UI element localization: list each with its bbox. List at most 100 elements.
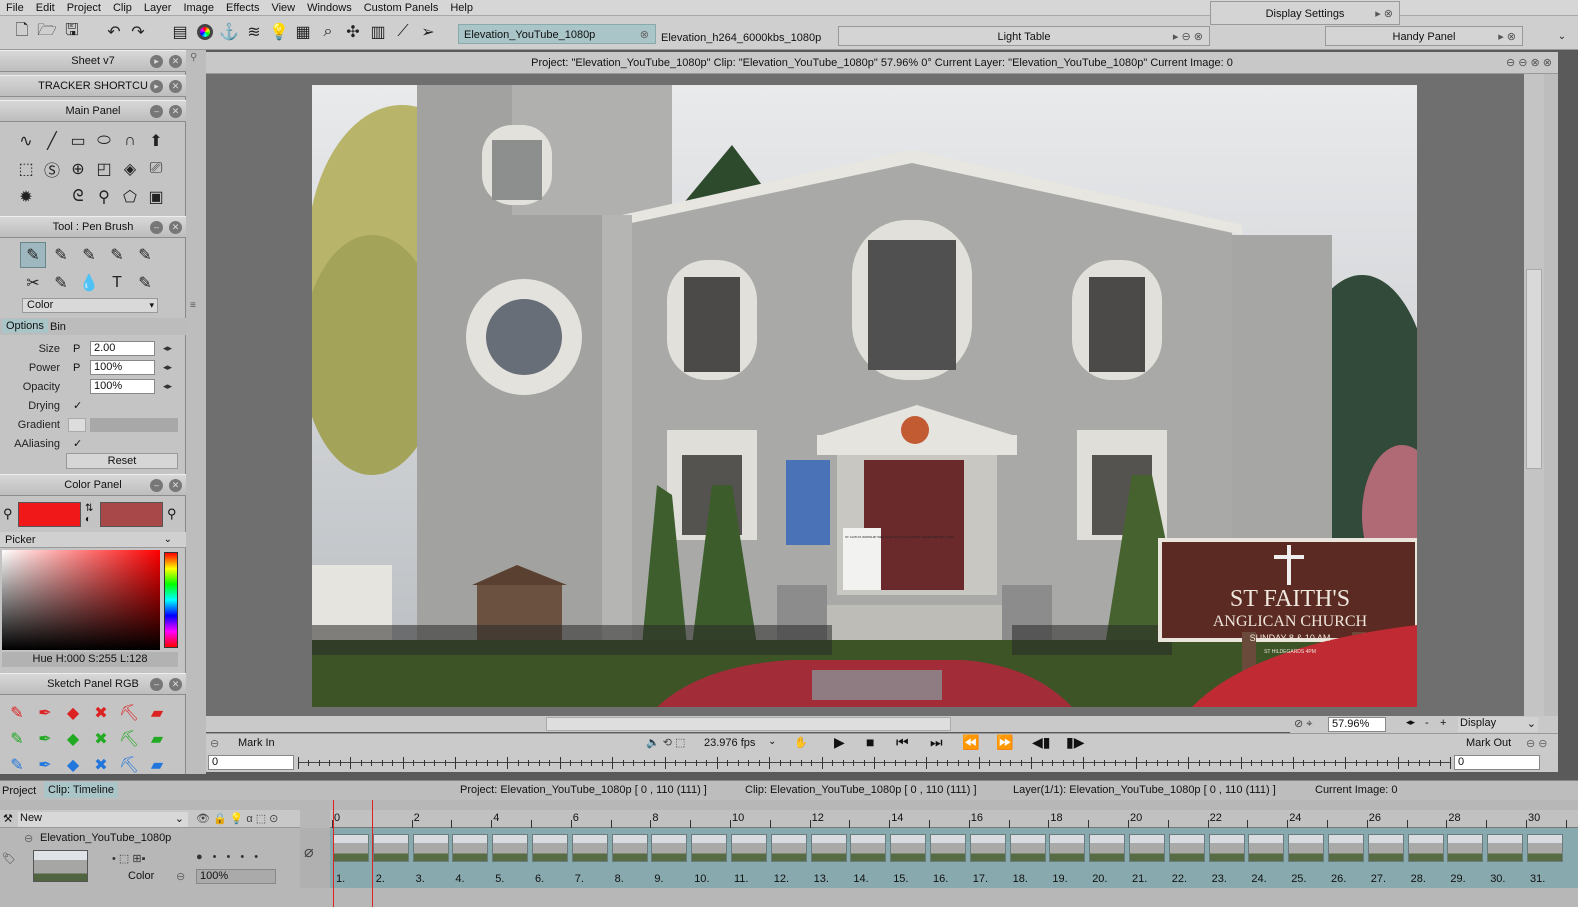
fast-forward-icon[interactable]: ⏩ <box>996 734 1013 751</box>
frame-thumbnail[interactable] <box>890 834 927 862</box>
handy-panel-tab[interactable]: Handy Panel ▸ ⊗ <box>1325 26 1523 46</box>
brush-icon[interactable]: ✎ <box>48 242 74 268</box>
frame-ruler[interactable]: 0 2 4 6 8 10 12 14 16 18 20 22 24 26 28 30 <box>330 810 1578 828</box>
frame-thumbnail[interactable] <box>1049 834 1086 862</box>
green-nib-icon[interactable]: ✒ <box>32 726 58 752</box>
empty-frame-slot[interactable]: ⌀ <box>300 828 330 888</box>
tag-icon[interactable]: 🏷 <box>2 852 16 865</box>
size-input[interactable]: 2.00 <box>90 341 155 356</box>
lasso-select-icon[interactable]: Ⓢ <box>39 156 65 182</box>
text-icon[interactable]: T <box>104 270 130 296</box>
frame-thumbnail[interactable] <box>1129 834 1165 862</box>
display-select[interactable]: Display ⌄ <box>1458 717 1538 732</box>
frame-thumbnail[interactable] <box>1009 834 1046 862</box>
pressure-toggle[interactable]: P <box>73 343 80 355</box>
tab-bin[interactable]: Bin <box>50 321 66 333</box>
chevron-down-icon[interactable]: ⌄ <box>1552 26 1572 46</box>
camera-icon[interactable]: ⎚ <box>143 156 169 182</box>
frame-thumbnail[interactable] <box>810 834 847 862</box>
hue-slider[interactable] <box>164 552 178 648</box>
close-icon[interactable]: ✕ <box>169 221 182 234</box>
aaliasing-checkbox[interactable]: ✓ <box>73 437 82 450</box>
saturation-lightness-field[interactable] <box>2 550 160 650</box>
color-wheel-icon[interactable] <box>195 22 215 42</box>
frame-thumbnail[interactable] <box>691 834 728 862</box>
swap-colors-icon[interactable]: ⇅ ◐ <box>85 503 93 525</box>
close-icon[interactable]: ⊗ <box>640 25 649 45</box>
frame-thumbnail[interactable] <box>611 834 648 862</box>
hand-icon[interactable]: ✋ <box>794 736 808 749</box>
tracker-icon[interactable]: ✣ <box>343 22 363 42</box>
frame-thumbnail[interactable] <box>452 834 489 862</box>
knife-icon[interactable]: ✂ <box>20 270 46 296</box>
layer-opacity-input[interactable]: 100% <box>196 869 276 884</box>
menu-item-file[interactable]: File <box>2 0 32 16</box>
layer-mode-icon[interactable]: • ⬚ ⊞▪ <box>112 852 145 865</box>
picker-select[interactable]: Picker ⌄ <box>0 532 186 548</box>
blue-cross-icon[interactable]: ✖ <box>88 752 114 778</box>
frame-thumbnail[interactable] <box>1288 834 1325 862</box>
doc-tab-active[interactable]: Elevation_YouTube_1080p ⊗ <box>458 24 656 44</box>
red-fill-icon[interactable]: ⛏ <box>116 700 142 726</box>
tool-panel-header[interactable]: Tool : Pen Brush – ✕ <box>0 216 186 238</box>
fit-icon[interactable]: ⊘ ⌖ <box>1294 717 1312 731</box>
blue-diamond-icon[interactable]: ◆ <box>60 752 86 778</box>
frame-thumbnail[interactable] <box>1487 834 1524 862</box>
menu-item-view[interactable]: View <box>267 0 303 16</box>
frame-thumbnail[interactable] <box>412 834 449 862</box>
new-file-icon[interactable]: 🗋 <box>12 22 32 42</box>
blue-nib-icon[interactable]: ✒ <box>32 752 58 778</box>
light-table-tab[interactable]: Light Table ▸ ⊖ ⊗ <box>838 26 1210 46</box>
close-icon[interactable]: ✕ <box>169 55 182 68</box>
green-pen-icon[interactable]: ✎ <box>4 726 30 752</box>
window-buttons-icon[interactable]: ⊖ ⊖ ⊗ ⊗ <box>1506 52 1552 74</box>
spiral-icon[interactable]: ᘓ <box>65 184 91 210</box>
minimize-icon[interactable]: – <box>150 105 163 118</box>
menu-item-help[interactable]: Help <box>446 0 481 16</box>
play-icon[interactable]: ▶ <box>834 734 845 751</box>
frame-thumbnail[interactable] <box>930 834 966 862</box>
zoom-out-button[interactable]: - <box>1425 717 1429 729</box>
bezier-icon[interactable]: ∩ <box>117 128 143 154</box>
skip-start-icon[interactable]: ⏮ <box>896 734 909 751</box>
blue-fill-icon[interactable]: ⛏ <box>116 752 142 778</box>
minimize-icon[interactable]: – <box>150 479 163 492</box>
frame-thumbnail[interactable] <box>571 834 608 862</box>
drop-icon[interactable]: 💧 <box>76 270 102 296</box>
layers-icon[interactable]: ≋ <box>244 22 264 42</box>
warp-icon[interactable]: ◈ <box>117 156 143 182</box>
eyedropper-icon[interactable]: ⚲ <box>3 506 13 522</box>
panel-splitter[interactable]: ≡ ⚲ <box>186 50 206 774</box>
eraser-icon[interactable]: ⬠ <box>117 184 143 210</box>
gradient-bar[interactable] <box>90 417 178 432</box>
frame-strip[interactable]: 1. 2. 3. 4. 5. 6. 7. 8. 9. 10. 11. 12. 13. 14. 15. 16. 1… <box>330 828 1578 888</box>
frame-thumbnail[interactable] <box>1407 834 1444 862</box>
settings-icon[interactable]: ⊖ <box>210 737 219 750</box>
eyedropper-icon[interactable]: ⚲ <box>167 506 177 522</box>
line-icon[interactable]: ╱ <box>39 128 65 154</box>
pen-brush-icon[interactable]: ✎ <box>20 242 46 268</box>
layer-flags-icon[interactable]: 👁🔒💡α⬚⊙ <box>196 812 281 825</box>
vertical-scrollbar[interactable] <box>1524 74 1544 716</box>
rect-select-icon[interactable]: ⬚ <box>13 156 39 182</box>
prev-frame-icon[interactable]: ◀▮ <box>1032 734 1050 751</box>
play-icon[interactable]: ▸ <box>150 80 163 93</box>
stop-icon[interactable]: ■ <box>866 734 874 750</box>
audio-loop-icon[interactable]: 🔈 ⟲ ⬚ <box>646 736 685 749</box>
chevron-down-icon[interactable]: ⌄ <box>768 736 776 747</box>
frame-thumbnail[interactable] <box>731 834 767 862</box>
frame-thumbnail[interactable] <box>1447 834 1484 862</box>
eyedropper-icon[interactable]: ⚲ <box>91 184 117 210</box>
main-panel-header[interactable]: Main Panel – ✕ <box>0 100 186 122</box>
stepper-icon[interactable]: ◂▸ <box>163 381 172 392</box>
smudge-icon[interactable]: ✎ <box>48 270 74 296</box>
close-icon[interactable]: ✕ <box>169 678 182 691</box>
layer-thumbnail[interactable] <box>33 850 88 882</box>
color-panel-header[interactable]: Color Panel – ✕ <box>0 474 186 496</box>
mark-out-input[interactable]: 0 <box>1454 755 1540 770</box>
doc-tab[interactable]: Elevation_h264_6000kbs_1080p <box>656 28 836 48</box>
frame-thumbnail[interactable] <box>651 834 688 862</box>
film-icon[interactable]: ▤ <box>170 22 190 42</box>
levels-icon[interactable]: ▥ <box>368 22 388 42</box>
marker-icon[interactable]: ✎ <box>76 242 102 268</box>
